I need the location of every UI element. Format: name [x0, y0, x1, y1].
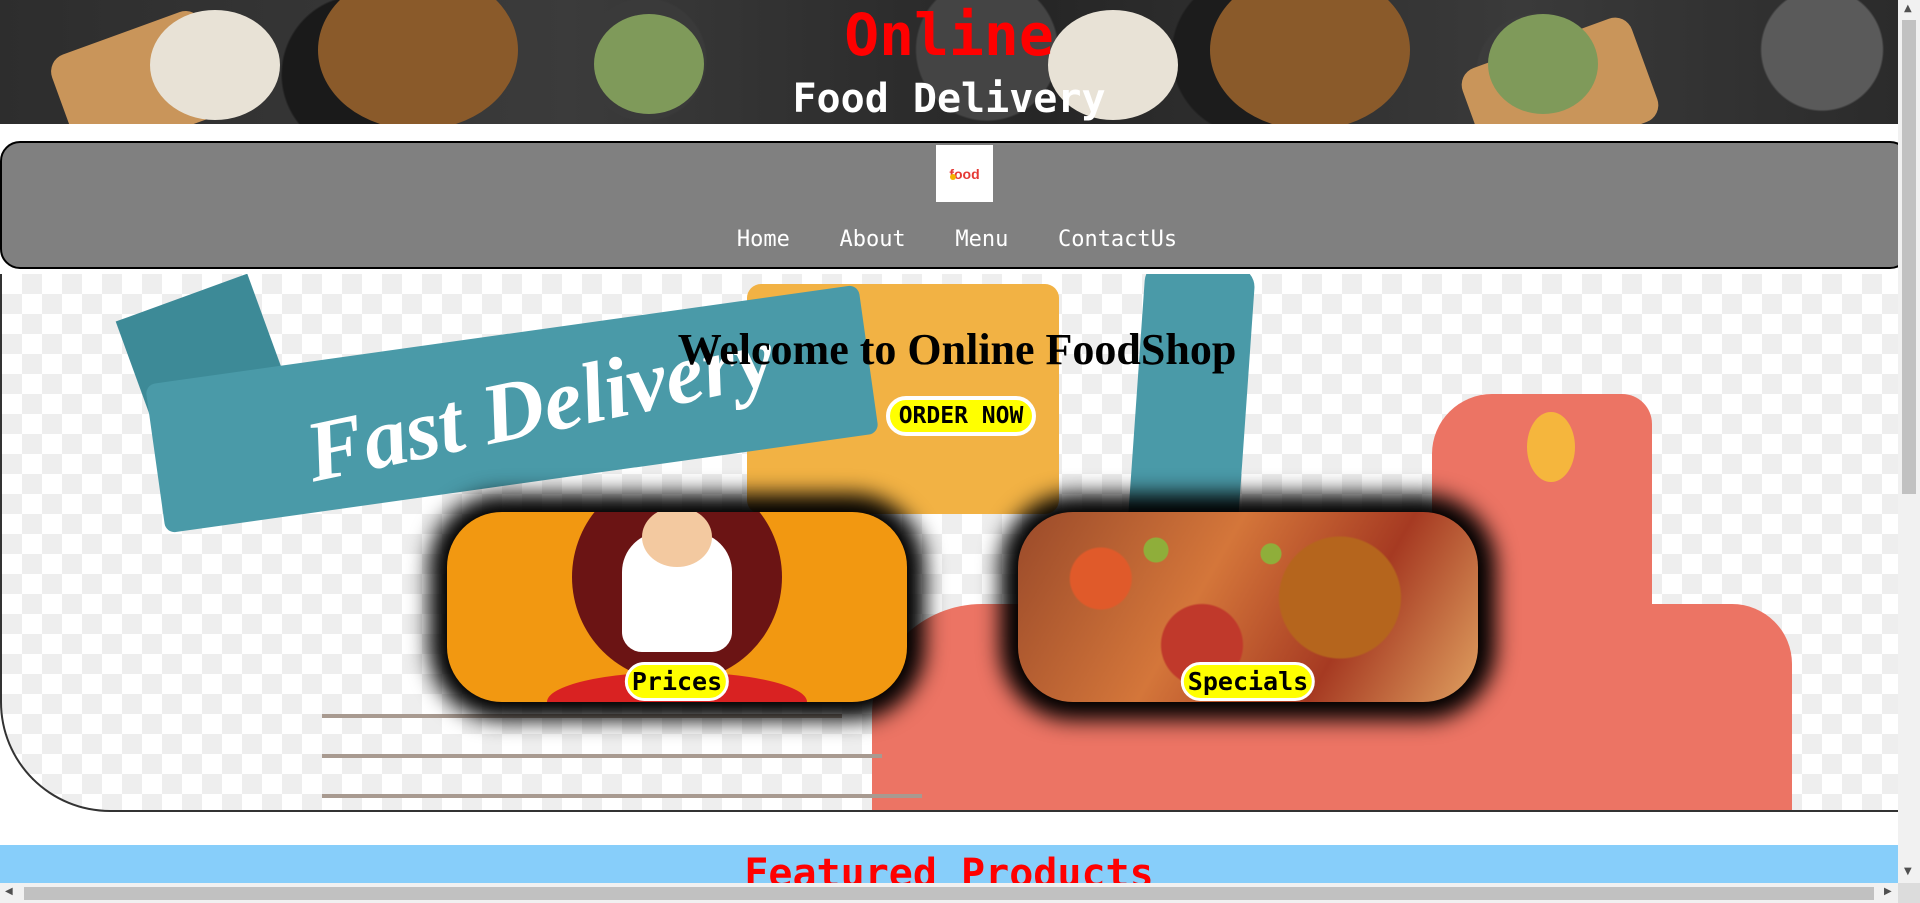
scroll-up-icon[interactable]: ▲ [1904, 3, 1912, 14]
prices-label[interactable]: Prices [624, 662, 730, 701]
logo-dot-icon [950, 174, 956, 180]
speed-line [322, 794, 922, 798]
speed-line [322, 754, 882, 758]
vertical-scroll-thumb[interactable] [1902, 20, 1916, 494]
welcome-heading: Welcome to Online FoodShop [677, 325, 1237, 374]
site-title-line1: Online [844, 1, 1054, 69]
scooter-lamp-image [1527, 412, 1575, 482]
site-title-line2: Food Delivery [792, 76, 1106, 122]
nav-links: Home About Menu ContactUs [2, 227, 1912, 252]
nav-link-about[interactable]: About [839, 227, 905, 252]
scroll-right-icon[interactable]: ▶ [1884, 886, 1892, 897]
main-navigation: food Home About Menu ContactUs [0, 141, 1910, 269]
horizontal-scroll-thumb[interactable] [24, 887, 1874, 900]
hero-section: Fast Delivery Welcome to Online FoodShop… [0, 274, 1910, 812]
nav-link-menu[interactable]: Menu [955, 227, 1008, 252]
prices-card[interactable]: Prices [447, 512, 907, 702]
speed-line [322, 714, 842, 718]
nav-link-contactus[interactable]: ContactUs [1058, 227, 1177, 252]
scroll-left-icon[interactable]: ◀ [5, 886, 13, 897]
specials-card[interactable]: Specials [1018, 512, 1478, 702]
order-now-button[interactable]: ORDER NOW [886, 396, 1036, 436]
header-banner: Online Food Delivery [0, 0, 1898, 124]
nav-link-home[interactable]: Home [737, 227, 790, 252]
horizontal-scrollbar[interactable]: ◀ ▶ [0, 883, 1898, 903]
food-logo-icon[interactable]: food [936, 145, 993, 202]
specials-label[interactable]: Specials [1180, 662, 1316, 701]
scroll-down-icon[interactable]: ▼ [1904, 866, 1912, 877]
scrollbar-corner [1898, 883, 1920, 903]
vertical-scrollbar[interactable]: ▲ ▼ [1898, 0, 1920, 883]
